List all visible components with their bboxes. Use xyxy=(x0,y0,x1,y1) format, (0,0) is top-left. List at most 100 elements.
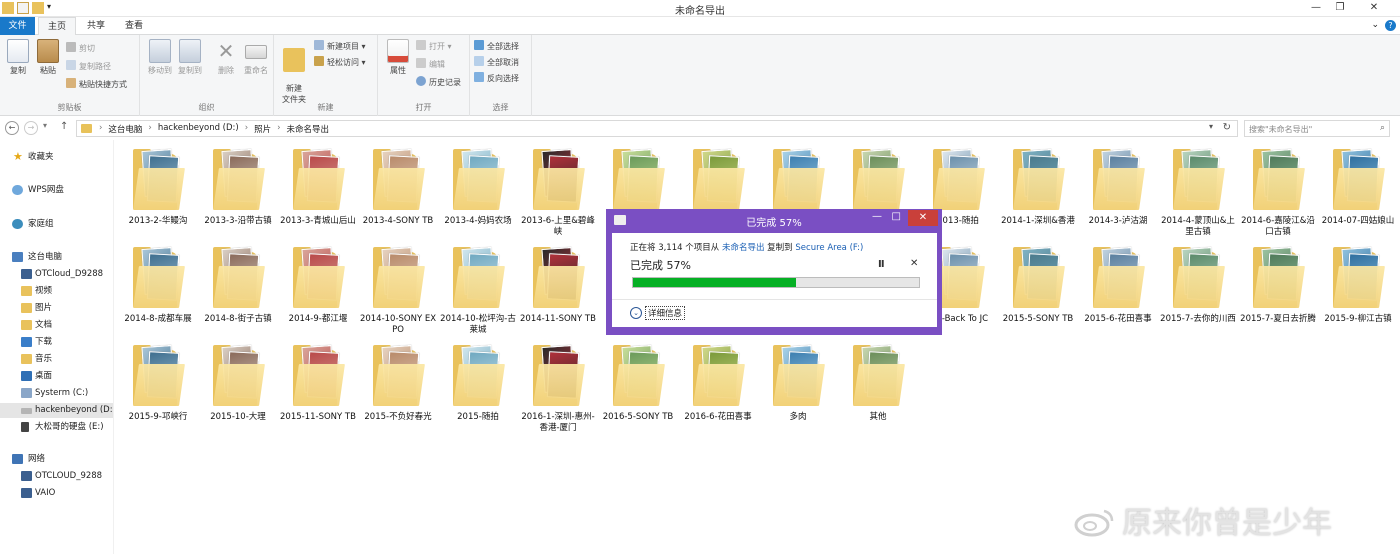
folder-item[interactable]: 2014-8-街子古镇 xyxy=(198,244,278,325)
select-all-button[interactable]: 全部选择 xyxy=(474,40,519,54)
copy-path-button[interactable]: 复制路径 xyxy=(66,60,111,74)
nav-wps[interactable]: WPS网盘 xyxy=(0,183,113,198)
minimize-button[interactable]: — xyxy=(1304,0,1328,17)
folder-item[interactable]: 2015-6-花田喜事 xyxy=(1078,244,1158,325)
folder-item[interactable]: 2014-1-深圳&香港 xyxy=(998,146,1078,227)
folder-item[interactable]: 2015-7-夏日去折腾 xyxy=(1238,244,1318,325)
nav-favorites[interactable]: ★ 收藏夹 xyxy=(0,150,113,165)
invert-selection-button[interactable]: 反向选择 xyxy=(474,72,519,86)
nav-pc-item[interactable]: 音乐 xyxy=(0,352,113,367)
open-button[interactable]: 打开 ▾ xyxy=(416,40,452,54)
folder-item[interactable]: 2015-11-SONY TB xyxy=(278,342,358,423)
folder-item[interactable]: 多肉 xyxy=(758,342,838,423)
folder-item[interactable]: 2013-6-上里&碧峰峡 xyxy=(518,146,598,238)
nav-pc-item[interactable]: hackenbeyond (D: xyxy=(0,403,113,418)
dialog-title-bar[interactable]: 已完成 57% — □ ✕ xyxy=(606,209,942,231)
folder-item[interactable]: 2015-5-SONY TB xyxy=(998,244,1078,325)
move-to-button[interactable]: 移动到 xyxy=(144,39,176,76)
new-folder-button[interactable]: 新建 文件夹 xyxy=(278,39,310,105)
back-button[interactable]: ← xyxy=(5,121,19,135)
copy-button[interactable]: 复制 xyxy=(2,39,34,76)
folder-item[interactable]: 其他 xyxy=(838,342,918,423)
nav-pc-item[interactable]: 图片 xyxy=(0,301,113,316)
nav-pc-item[interactable]: 下载 xyxy=(0,335,113,350)
chevron-down-icon[interactable]: ⌄ xyxy=(1371,20,1379,31)
up-button[interactable]: ↑ xyxy=(60,121,68,132)
rename-button[interactable]: 重命名 xyxy=(240,39,272,76)
folder-item[interactable]: 2015-9-柳江古镇 xyxy=(1318,244,1398,325)
close-button[interactable]: ✕ xyxy=(1356,0,1392,17)
folder-item[interactable]: 2013-3-沿带古镇 xyxy=(198,146,278,227)
select-none-button[interactable]: 全部取消 xyxy=(474,56,519,70)
delete-button[interactable]: ✕ 删除 xyxy=(210,39,242,76)
maximize-button[interactable]: ❐ xyxy=(1328,0,1352,17)
tab-view[interactable]: 查看 xyxy=(116,17,152,35)
folder-item[interactable]: 2015-9-邛峡行 xyxy=(118,342,198,423)
properties-button[interactable]: 属性 xyxy=(382,39,414,76)
folder-item[interactable]: 2014-10-SONY EXPO xyxy=(358,244,438,336)
copy-to-button[interactable]: 复制到 xyxy=(174,39,206,76)
folder-item[interactable]: 2016-6-花田喜事 xyxy=(678,342,758,423)
folder-item[interactable]: 2014-9-都江堰 xyxy=(278,244,358,325)
folder-item[interactable]: 2014-4-蒙顶山&上里古镇 xyxy=(1158,146,1238,238)
folder-item[interactable] xyxy=(838,146,918,216)
folder-item[interactable]: 2013-2-华鳗沟 xyxy=(118,146,198,227)
folder-item[interactable]: 2014-07-四姑娘山 xyxy=(1318,146,1398,227)
chevron-down-icon[interactable]: ▾ xyxy=(1209,122,1213,131)
nav-pc-item[interactable]: 视频 xyxy=(0,284,113,299)
folder-item[interactable] xyxy=(758,146,838,216)
tab-share[interactable]: 共享 xyxy=(78,17,114,35)
folder-item[interactable]: 2015-不负好春光 xyxy=(358,342,438,423)
nav-network-item[interactable]: VAIO xyxy=(0,486,113,501)
folder-item[interactable]: 2014-10-松坪沟-古莱城 xyxy=(438,244,518,336)
nav-pc-item[interactable]: 桌面 xyxy=(0,369,113,384)
folder-item[interactable]: 2015-随拍 xyxy=(438,342,518,423)
edit-button[interactable]: 编辑 xyxy=(416,58,445,72)
more-details-button[interactable]: ⌄ 详细信息 xyxy=(630,306,686,320)
recent-locations-icon[interactable]: ▾ xyxy=(43,121,47,130)
source-link[interactable]: 未命名导出 xyxy=(722,243,765,253)
tab-home[interactable]: 主页 xyxy=(38,17,77,36)
forward-button[interactable]: → xyxy=(24,121,38,135)
paste-button[interactable]: 粘贴 xyxy=(32,39,64,76)
folder-item[interactable]: 2014-11-SONY TB xyxy=(518,244,598,325)
nav-network-item[interactable]: OTCLOUD_9288 xyxy=(0,469,113,484)
paste-shortcut-button[interactable]: 粘贴快捷方式 xyxy=(66,78,127,92)
nav-pc-item[interactable]: OTCloud_D9288 xyxy=(0,267,113,282)
folder-item[interactable]: 2015-10-大理 xyxy=(198,342,278,423)
refresh-icon[interactable]: ↻ xyxy=(1223,122,1231,133)
help-icon[interactable]: ? xyxy=(1385,20,1396,31)
folder-item[interactable]: 2015-7-去你的川西 xyxy=(1158,244,1238,325)
cut-button[interactable]: 剪切 xyxy=(66,42,95,56)
close-button[interactable]: ✕ xyxy=(908,210,938,226)
folder-item[interactable] xyxy=(598,146,678,216)
folder-item[interactable] xyxy=(678,146,758,216)
cancel-button[interactable]: ✕ xyxy=(910,258,918,269)
folder-item[interactable]: 2014-6-嘉陵江&沿口古镇 xyxy=(1238,146,1318,238)
breadcrumb-item[interactable]: 未命名导出 xyxy=(287,123,330,135)
folder-item[interactable]: 2013-4-妈妈农场 xyxy=(438,146,518,227)
folder-item[interactable]: 2016-1-深圳-惠州-香港-厦门 xyxy=(518,342,598,434)
tab-file[interactable]: 文件 xyxy=(0,17,35,35)
folder-item[interactable]: 2014-8-成都车展 xyxy=(118,244,198,325)
breadcrumb-item[interactable]: 照片 xyxy=(254,123,271,135)
easy-access-button[interactable]: 轻松访问 ▾ xyxy=(314,56,366,70)
destination-link[interactable]: Secure Area (F:) xyxy=(795,243,863,253)
breadcrumb-item[interactable]: 这台电脑 xyxy=(108,123,142,135)
breadcrumb-item[interactable]: hackenbeyond (D:) xyxy=(158,123,239,135)
new-item-button[interactable]: 新建项目 ▾ xyxy=(314,40,366,54)
search-input[interactable]: 搜索"未命名导出" ⌕ xyxy=(1244,120,1390,137)
nav-this-pc[interactable]: 这台电脑 xyxy=(0,250,113,265)
minimize-button[interactable]: — xyxy=(872,211,882,222)
nav-homegroup[interactable]: 家庭组 xyxy=(0,217,113,232)
folder-item[interactable]: 2016-5-SONY TB xyxy=(598,342,678,423)
folder-item[interactable]: 2013-4-SONY TB xyxy=(358,146,438,227)
maximize-button[interactable]: □ xyxy=(892,211,901,222)
address-bar[interactable]: › 这台电脑 › hackenbeyond (D:) › 照片 › 未命名导出 … xyxy=(76,120,1238,137)
pause-button[interactable]: Ⅱ xyxy=(878,259,885,270)
folder-item[interactable]: 2014-3-泸沽湖 xyxy=(1078,146,1158,227)
nav-pc-item[interactable]: Systerm (C:) xyxy=(0,386,113,401)
nav-pc-item[interactable]: 文档 xyxy=(0,318,113,333)
nav-network[interactable]: 网络 xyxy=(0,452,113,467)
history-button[interactable]: 历史记录 xyxy=(416,76,461,90)
